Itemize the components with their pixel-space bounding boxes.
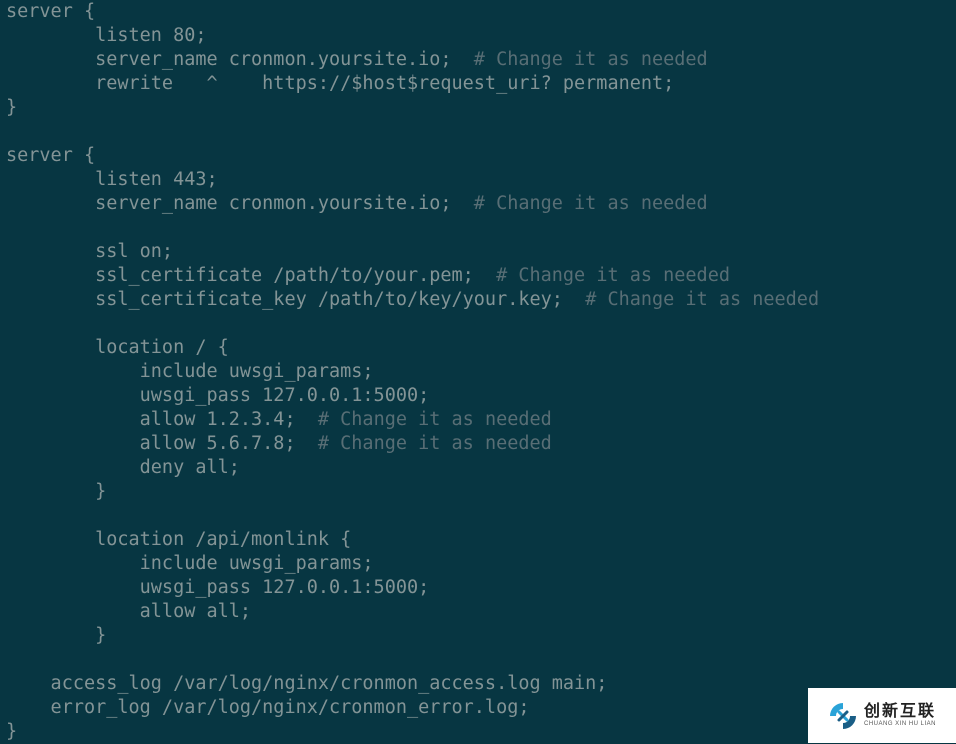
logo-en: CHUANG XIN HU LIAN: [864, 721, 936, 727]
code-text: ssl_certificate_key /path/to/key/your.ke…: [6, 289, 585, 310]
code-text: uwsgi_pass 127.0.0.1:5000;: [6, 577, 429, 598]
code-text: include uwsgi_params;: [6, 553, 374, 574]
code-comment: # Change it as needed: [474, 193, 708, 214]
logo-icon: [828, 701, 858, 731]
code-text: deny all;: [6, 457, 240, 478]
code-text: listen 443;: [6, 169, 218, 190]
code-text: }: [6, 481, 106, 502]
code-text: server_name cronmon.yoursite.io;: [6, 49, 474, 70]
code-text: ssl_certificate /path/to/your.pem;: [6, 265, 496, 286]
watermark-logo: 创新互联 CHUANG XIN HU LIAN: [808, 688, 956, 743]
code-text: }: [6, 97, 17, 118]
code-text: ssl on;: [6, 241, 173, 262]
code-comment: # Change it as needed: [496, 265, 730, 286]
code-comment: # Change it as needed: [585, 289, 819, 310]
code-text: allow 1.2.3.4;: [6, 409, 318, 430]
code-text: uwsgi_pass 127.0.0.1:5000;: [6, 385, 429, 406]
logo-cn: 创新互联: [864, 704, 936, 721]
code-text: server_name cronmon.yoursite.io;: [6, 193, 474, 214]
code-comment: # Change it as needed: [318, 433, 552, 454]
code-text: }: [6, 625, 106, 646]
code-text: server {: [6, 1, 95, 22]
code-text: }: [6, 721, 17, 742]
code-text: access_log /var/log/nginx/cronmon_access…: [6, 673, 607, 694]
code-text: include uwsgi_params;: [6, 361, 374, 382]
code-text: allow 5.6.7.8;: [6, 433, 318, 454]
code-text: rewrite ^ https://$host$request_uri? per…: [6, 73, 674, 94]
code-text: server {: [6, 145, 95, 166]
code-text: allow all;: [6, 601, 251, 622]
code-text: error_log /var/log/nginx/cronmon_error.l…: [6, 697, 529, 718]
nginx-config-code: server { listen 80; server_name cronmon.…: [0, 0, 956, 744]
code-comment: # Change it as needed: [474, 49, 708, 70]
logo-text: 创新互联 CHUANG XIN HU LIAN: [864, 704, 936, 727]
code-text: listen 80;: [6, 25, 206, 46]
code-text: location /api/monlink {: [6, 529, 351, 550]
code-comment: # Change it as needed: [318, 409, 552, 430]
code-text: location / {: [6, 337, 229, 358]
